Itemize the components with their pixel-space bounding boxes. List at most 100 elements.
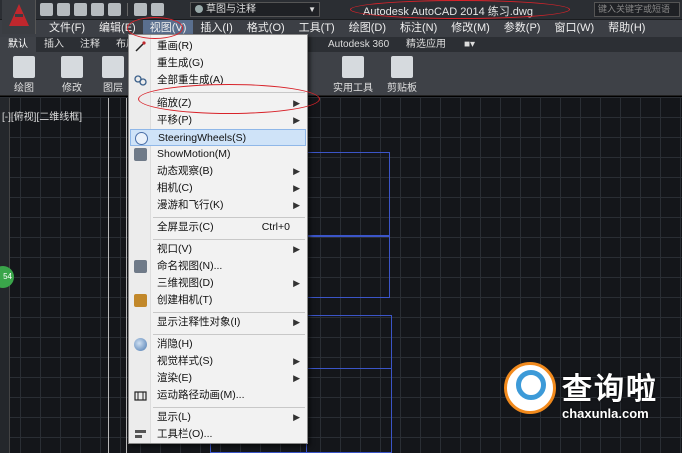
- autocad-logo-icon: [9, 4, 29, 26]
- gear-icon: [195, 5, 203, 13]
- menu-item-label: 运动路径动画(M)...: [157, 389, 245, 401]
- blue-rectangle: [306, 152, 390, 236]
- open-icon[interactable]: [57, 3, 70, 16]
- chevron-right-icon: ▶: [293, 200, 300, 210]
- undo-icon[interactable]: [134, 3, 147, 16]
- save-icon[interactable]: [74, 3, 87, 16]
- move-icon: [61, 56, 83, 78]
- menu-item-walk-fly[interactable]: 漫游和飞行(K) ▶: [130, 197, 306, 214]
- ribbon-panel: 绘图 修改 图层 实用工具 剪贴板: [0, 52, 682, 96]
- menu-item-pan[interactable]: 平移(P) ▶: [130, 112, 306, 129]
- print-icon[interactable]: [108, 3, 121, 16]
- steeringwheels-icon: [135, 132, 148, 145]
- tab-annotate[interactable]: 注释: [72, 37, 108, 52]
- menu-help[interactable]: 帮助(H): [601, 20, 652, 37]
- menu-file[interactable]: 文件(F): [42, 20, 92, 37]
- menu-item-label: 三维视图(D): [157, 277, 214, 289]
- camera-icon[interactable]: ■▾: [456, 37, 483, 52]
- menu-window[interactable]: 窗口(W): [547, 20, 601, 37]
- utilities-button[interactable]: 实用工具: [332, 52, 374, 96]
- workspace-selector[interactable]: 草图与注释 ▼: [190, 2, 320, 17]
- menu-item-orbit[interactable]: 动态观察(B) ▶: [130, 163, 306, 180]
- menu-item-annotative-objects[interactable]: 显示注释性对象(I) ▶: [130, 314, 306, 331]
- menu-item-label: 相机(C): [157, 182, 193, 194]
- menu-item-label: 视口(V): [157, 243, 192, 255]
- menu-item-viewports[interactable]: 视口(V) ▶: [130, 241, 306, 258]
- menu-draw[interactable]: 绘图(D): [342, 20, 393, 37]
- zoom-highlight-annotation: [138, 84, 320, 114]
- menu-item-toolbars[interactable]: 工具栏(O)...: [130, 426, 306, 443]
- menu-item-redraw[interactable]: 重画(R): [130, 38, 306, 55]
- quick-access-toolbar: [40, 3, 164, 17]
- menu-modify[interactable]: 修改(M): [444, 20, 497, 37]
- menu-divider: [153, 334, 305, 335]
- menu-item-regen[interactable]: 重生成(G): [130, 55, 306, 72]
- menu-item-label: 创建相机(T): [157, 294, 213, 306]
- menu-item-label: SteeringWheels(S): [158, 132, 247, 144]
- ribbon-tabs: 默认 插入 注释 布局 Autodesk 360 精选应用 ■▾: [0, 37, 682, 52]
- save-as-icon[interactable]: [91, 3, 104, 16]
- menu-item-label: 视觉样式(S): [157, 355, 213, 367]
- tab-default[interactable]: 默认: [0, 37, 36, 52]
- menu-item-hide[interactable]: 消隐(H): [130, 336, 306, 353]
- blue-rectangle: [306, 236, 390, 298]
- q-logo-icon: [516, 370, 546, 400]
- menu-divider: [153, 217, 305, 218]
- layers-button[interactable]: 图层: [98, 52, 128, 96]
- menu-item-label: 显示注释性对象(I): [157, 316, 241, 328]
- toolbar-icon: [135, 430, 146, 438]
- menu-parametric[interactable]: 参数(P): [497, 20, 548, 37]
- regen-all-icon: [134, 75, 147, 86]
- measure-icon: [342, 56, 364, 78]
- menu-item-label: 平移(P): [157, 114, 192, 126]
- menu-item-render[interactable]: 渲染(E) ▶: [130, 370, 306, 387]
- chevron-right-icon: ▶: [293, 115, 300, 125]
- menu-item-camera[interactable]: 相机(C) ▶: [130, 180, 306, 197]
- menu-item-label: 重画(R): [157, 40, 193, 52]
- viewport-controls[interactable]: [-][俯视][二维线框]: [2, 108, 82, 123]
- watermark-brand: 查询啦: [562, 372, 658, 407]
- hide-icon: [134, 338, 147, 351]
- clipboard-button[interactable]: 剪贴板: [384, 52, 420, 96]
- clipboard-label: 剪贴板: [387, 83, 417, 94]
- menu-item-visual-styles[interactable]: 视觉样式(S) ▶: [130, 353, 306, 370]
- modify-label: 修改: [62, 83, 82, 94]
- watermark: 查询啦 chaxunla.com: [500, 358, 680, 448]
- menu-item-label: 重生成(G): [157, 57, 204, 69]
- draw-button[interactable]: 绘图: [4, 52, 44, 96]
- application-menu-button[interactable]: [2, 0, 36, 34]
- watermark-domain: chaxunla.com: [562, 406, 649, 421]
- chevron-right-icon: ▶: [293, 317, 300, 327]
- menu-item-named-views[interactable]: 命名视图(N)...: [130, 258, 306, 275]
- menu-item-steeringwheels[interactable]: SteeringWheels(S): [130, 129, 306, 146]
- menu-item-label: 消隐(H): [157, 338, 193, 350]
- redo-icon[interactable]: [151, 3, 164, 16]
- menu-item-3d-views[interactable]: 三维视图(D) ▶: [130, 275, 306, 292]
- menu-item-label: 命名视图(N)...: [157, 260, 223, 272]
- chevron-down-icon: ▼: [308, 5, 316, 14]
- motion-path-icon: [134, 391, 147, 401]
- menu-item-fullscreen[interactable]: 全屏显示(C) Ctrl+0: [130, 219, 306, 236]
- search-input[interactable]: 键入关键字或短语: [594, 2, 680, 17]
- menu-item-label: ShowMotion(M): [157, 148, 231, 160]
- menu-item-showmotion[interactable]: ShowMotion(M): [130, 146, 306, 163]
- tab-insert[interactable]: 插入: [36, 37, 72, 52]
- menu-item-create-camera[interactable]: 创建相机(T): [130, 292, 306, 309]
- toolbar-divider: [127, 3, 128, 16]
- modify-button[interactable]: 修改: [52, 52, 92, 96]
- menu-item-display[interactable]: 显示(L) ▶: [130, 409, 306, 426]
- tab-autodesk-360[interactable]: Autodesk 360: [320, 37, 397, 52]
- chevron-right-icon: ▶: [293, 166, 300, 176]
- drawing-line: [108, 98, 109, 453]
- menu-item-label: 渲染(E): [157, 372, 192, 384]
- menu-item-motion-path[interactable]: 运动路径动画(M)...: [130, 387, 306, 404]
- new-icon[interactable]: [40, 3, 53, 16]
- tab-featured-apps[interactable]: 精选应用: [398, 37, 454, 52]
- watermark-logo-icon: [504, 362, 556, 414]
- menu-dimension[interactable]: 标注(N): [393, 20, 444, 37]
- menu-item-label: 漫游和飞行(K): [157, 199, 224, 211]
- menu-item-label: 全屏显示(C): [157, 221, 214, 233]
- chevron-right-icon: ▶: [293, 412, 300, 422]
- drawing-line: [126, 98, 127, 453]
- chevron-right-icon: ▶: [293, 183, 300, 193]
